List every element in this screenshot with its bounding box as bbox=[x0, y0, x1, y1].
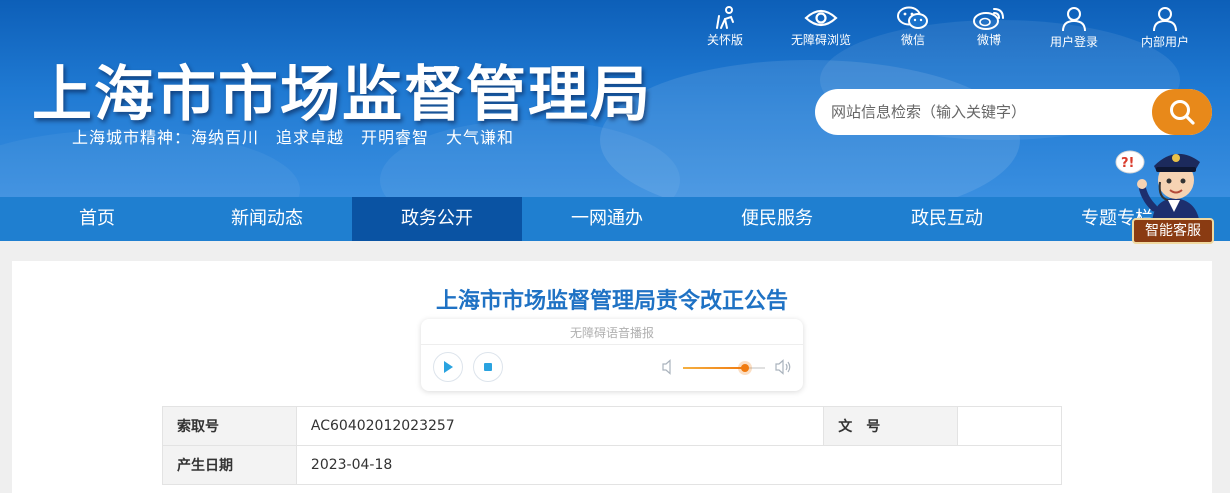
audio-player: 无障碍语音播报 bbox=[421, 319, 803, 391]
weibo-link[interactable]: 微博 bbox=[944, 4, 1034, 52]
play-icon bbox=[444, 361, 453, 373]
play-button[interactable] bbox=[433, 352, 463, 382]
nav-item-news[interactable]: 新闻动态 bbox=[182, 197, 352, 241]
stop-icon bbox=[484, 363, 492, 371]
nav-item-public-services[interactable]: 便民服务 bbox=[692, 197, 862, 241]
search-box bbox=[815, 89, 1212, 135]
player-label: 无障碍语音播报 bbox=[569, 326, 654, 340]
meta-key: 产生日期 bbox=[162, 445, 297, 485]
nav-item-online-services[interactable]: 一网通办 bbox=[522, 197, 692, 241]
document-meta-table: 索取号 AC60402012023257 文 号 产生日期 2023-04-18 bbox=[162, 406, 1063, 485]
search-icon bbox=[1170, 100, 1195, 125]
internal-user-link[interactable]: 内部用户 bbox=[1120, 4, 1210, 52]
service-bubble-text: ?! bbox=[1121, 156, 1134, 171]
nav-item-government-affairs[interactable]: 政务公开 bbox=[352, 197, 522, 241]
content-card: 上海市市场监督管理局责令改正公告 无障碍语音播报 索取号 AC604020120… bbox=[12, 261, 1212, 493]
police-mascot-icon: ?! bbox=[1115, 150, 1200, 226]
meta-key: 文 号 bbox=[823, 406, 959, 446]
table-row: 索取号 AC60402012023257 文 号 bbox=[162, 406, 1062, 446]
care-mode-link[interactable]: 关怀版 bbox=[680, 4, 770, 52]
care-icon bbox=[716, 6, 734, 29]
nav-item-interaction[interactable]: 政民互动 bbox=[862, 197, 1032, 241]
stop-button[interactable] bbox=[473, 352, 503, 382]
tool-label: 用户登录 bbox=[1049, 35, 1098, 49]
meta-value: 2023-04-18 bbox=[295, 445, 1063, 485]
meta-value: AC60402012023257 bbox=[295, 406, 825, 446]
accessibility-link[interactable]: 无障碍浏览 bbox=[776, 4, 866, 52]
search-button[interactable] bbox=[1152, 89, 1212, 135]
tool-label: 关怀版 bbox=[706, 33, 743, 47]
header-banner: 上海市市场监督管理局 上海城市精神：海纳百川 追求卓越 开明睿智 大气谦和 关怀… bbox=[0, 0, 1230, 197]
site-title[interactable]: 上海市市场监督管理局 bbox=[32, 46, 652, 133]
volume-handle[interactable] bbox=[741, 364, 750, 372]
weibo-icon bbox=[973, 8, 1004, 30]
volume-low-icon[interactable] bbox=[661, 359, 675, 375]
meta-key: 索取号 bbox=[162, 406, 297, 446]
tool-label: 微博 bbox=[976, 33, 1001, 47]
meta-value bbox=[957, 406, 1062, 446]
smart-service-mascot[interactable]: ?! 智能客服 bbox=[1108, 142, 1226, 246]
user-icon bbox=[1062, 7, 1086, 32]
eye-icon bbox=[804, 9, 838, 27]
top-toolbar: 关怀版 无障碍浏览 微信 微博 用户登录 内部用户 bbox=[690, 4, 1230, 52]
tool-label: 无障碍浏览 bbox=[790, 33, 851, 47]
user-login-link[interactable]: 用户登录 bbox=[1029, 4, 1119, 52]
search-input[interactable] bbox=[815, 89, 1150, 135]
nav-item-home[interactable]: 首页 bbox=[12, 197, 182, 241]
volume-high-icon[interactable] bbox=[774, 359, 792, 375]
volume-slider[interactable] bbox=[683, 364, 765, 372]
site-motto: 上海城市精神：海纳百川 追求卓越 开明睿智 大气谦和 bbox=[72, 128, 515, 147]
tool-label: 内部用户 bbox=[1140, 35, 1189, 49]
wechat-icon bbox=[897, 6, 928, 29]
main-nav: 首页 新闻动态 政务公开 一网通办 便民服务 政民互动 专题专栏 bbox=[0, 197, 1230, 241]
volume-fill bbox=[683, 367, 746, 369]
smart-service-label[interactable]: 智能客服 bbox=[1132, 218, 1214, 244]
user-icon bbox=[1153, 7, 1177, 32]
player-divider bbox=[421, 344, 803, 345]
table-row: 产生日期 2023-04-18 bbox=[162, 445, 1063, 485]
article-title: 上海市市场监督管理局责令改正公告 bbox=[435, 289, 788, 314]
